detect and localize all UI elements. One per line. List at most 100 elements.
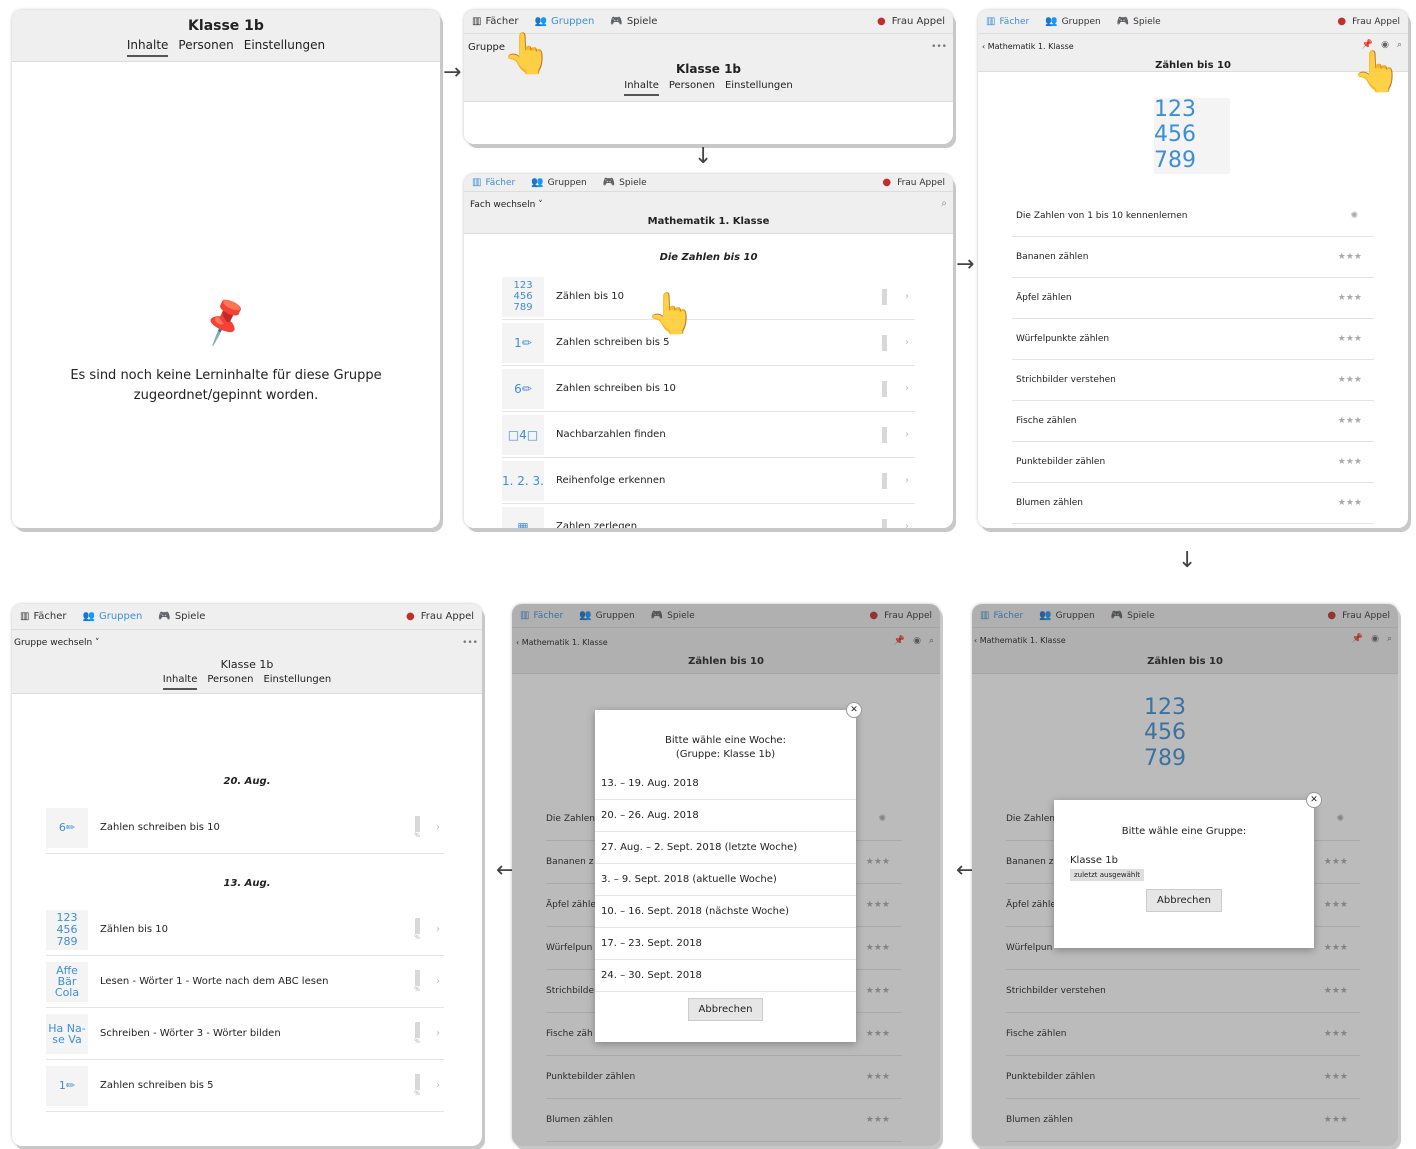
pinned-lesson-row[interactable]: 6✏ Zahlen schreiben bis 10% › bbox=[46, 802, 444, 854]
gruppe-wechseln-button[interactable]: Gruppe wechseln ˅ bbox=[14, 638, 100, 648]
user-menu[interactable]: ● Frau Appel bbox=[877, 16, 945, 27]
exercise-row[interactable]: Punktebilder zählen ★★★ bbox=[1012, 442, 1374, 483]
progress-bar bbox=[414, 1074, 420, 1090]
back-link[interactable]: ‹ Mathematik 1. Klasse bbox=[982, 42, 1074, 51]
subject-title: Mathematik 1. Klasse bbox=[647, 216, 770, 227]
digits-icon: 123456789 bbox=[1154, 97, 1196, 173]
tab-einstellungen[interactable]: Einstellungen bbox=[244, 38, 325, 57]
week-option[interactable]: 20. – 26. Aug. 2018 bbox=[595, 800, 856, 832]
nav-faecher[interactable]: ▥ Fächer bbox=[472, 16, 519, 27]
nav-faecher[interactable]: ▥ Fächer bbox=[20, 611, 67, 622]
chevron-right-icon: › bbox=[905, 429, 909, 440]
week-option[interactable]: 13. – 19. Aug. 2018 bbox=[595, 768, 856, 800]
tab-personen[interactable]: Personen bbox=[669, 80, 715, 96]
pinned-lesson-row[interactable]: 1 2 3 4 5 6 7 8 9 Zählen bis 10% › bbox=[46, 904, 444, 956]
nav-spiele[interactable]: 🎮 Spiele bbox=[158, 611, 205, 622]
progress-bar bbox=[414, 970, 420, 986]
user-menu[interactable]: ● Frau Appel bbox=[882, 177, 945, 188]
nav-spiele[interactable]: 🎮 Spiele bbox=[610, 16, 657, 27]
section-title: Die Zahlen bis 10 bbox=[659, 252, 758, 263]
lesson-thumbnail-icon: 1✏ bbox=[502, 322, 544, 363]
chevron-right-icon: › bbox=[436, 1028, 440, 1039]
chevron-right-icon: › bbox=[436, 822, 440, 833]
pointer-hand-icon: 👆 bbox=[1352, 49, 1402, 95]
progress-bar bbox=[882, 518, 887, 528]
tab-inhalte[interactable]: Inhalte bbox=[126, 38, 169, 57]
gamepad-icon: 🎮 bbox=[602, 176, 616, 188]
nav-gruppen[interactable]: 👥 Gruppen bbox=[531, 177, 587, 188]
nav-faecher[interactable]: ▥ Fächer bbox=[472, 176, 515, 188]
group-title: Klasse 1b bbox=[188, 18, 264, 34]
lesson-thumbnail-icon: 6✏ bbox=[46, 807, 88, 848]
exercise-row[interactable]: Blumen zählen ★★★ bbox=[1012, 483, 1374, 524]
lesson-row[interactable]: 1 2 3 4 5 6 7 8 9 Zählen bis 10 › bbox=[502, 274, 915, 320]
books-icon: ▥ bbox=[472, 15, 482, 27]
fach-wechseln-button[interactable]: Fach wechseln ˅ bbox=[470, 200, 543, 210]
books-icon: ▥ bbox=[20, 610, 30, 622]
pin-icon: 📌 bbox=[196, 294, 253, 349]
lesson-label: Zahlen schreiben bis 5 bbox=[556, 337, 670, 348]
more-icon[interactable]: ••• bbox=[931, 42, 947, 52]
books-icon: ▥ bbox=[986, 15, 996, 27]
exercise-row[interactable]: Die Zahlen von 1 bis 10 kennenlernen ✺ bbox=[1012, 196, 1374, 237]
gruppe-wechseln-button[interactable]: Gruppe bbox=[468, 42, 505, 53]
topic-title: Zählen bis 10 bbox=[1155, 60, 1231, 71]
group-header: Klasse 1b Inhalte Personen Einstellungen bbox=[12, 10, 440, 62]
pinned-lesson-row[interactable]: Ha Na-se Va Schreiben - Wörter 3 - Wörter… bbox=[46, 1008, 444, 1060]
lesson-row[interactable]: 6✏ Zahlen schreiben bis 10 › bbox=[502, 366, 915, 412]
lesson-row[interactable]: 1. 2. 3. Reihenfolge erkennen › bbox=[502, 458, 915, 504]
group-option[interactable]: Klasse 1b zuletzt ausgewählt bbox=[1070, 855, 1314, 881]
nav-gruppen[interactable]: 👥 Gruppen bbox=[535, 16, 595, 27]
chevron-right-icon: › bbox=[905, 291, 909, 302]
progress-bar bbox=[882, 380, 887, 397]
user-menu[interactable]: ● Frau Appel bbox=[1337, 16, 1400, 27]
lesson-label: Schreiben - Wörter 3 - Wörter bilden bbox=[100, 1028, 281, 1039]
tab-inhalte[interactable]: Inhalte bbox=[624, 80, 659, 96]
lesson-thumbnail-icon: 1. 2. 3. bbox=[502, 460, 544, 501]
pinned-lesson-row[interactable]: 1✏ Zahlen schreiben bis 5% › bbox=[46, 1060, 444, 1112]
pointer-hand-icon: 👆 bbox=[502, 31, 552, 77]
books-icon: ▥ bbox=[472, 176, 482, 188]
exercise-row[interactable]: Würfelpunkte zählen ★★★ bbox=[1012, 319, 1374, 360]
exercise-row[interactable]: Strichbilder verstehen ★★★ bbox=[1012, 360, 1374, 401]
chevron-right-icon: › bbox=[905, 521, 909, 528]
lesson-row[interactable]: 1✏ Zahlen schreiben bis 5 › bbox=[502, 320, 915, 366]
exercise-row[interactable]: Bananen zählen ★★★ bbox=[1012, 237, 1374, 278]
cancel-button[interactable]: Abbrechen bbox=[687, 998, 764, 1021]
nav-gruppen[interactable]: 👥 Gruppen bbox=[1045, 16, 1101, 27]
difficulty-stars: ★★★ bbox=[1337, 252, 1362, 262]
week-option[interactable]: 3. – 9. Sept. 2018 (aktuelle Woche) bbox=[595, 864, 856, 896]
close-icon[interactable]: ✕ bbox=[1306, 792, 1322, 808]
nav-spiele[interactable]: 🎮 Spiele bbox=[1117, 16, 1161, 27]
progress-bar bbox=[882, 288, 887, 305]
tab-einstellungen[interactable]: Einstellungen bbox=[263, 674, 331, 690]
tab-einstellungen[interactable]: Einstellungen bbox=[725, 80, 793, 96]
exercise-label: Punktebilder zählen bbox=[1016, 457, 1106, 467]
lesson-row[interactable]: ▦ Zahlen zerlegen › bbox=[502, 504, 915, 528]
nav-faecher[interactable]: ▥ Fächer bbox=[986, 15, 1029, 27]
week-option[interactable]: 27. Aug. – 2. Sept. 2018 (letzte Woche) bbox=[595, 832, 856, 864]
user-avatar-icon: ● bbox=[406, 610, 415, 622]
tab-personen[interactable]: Personen bbox=[178, 38, 233, 57]
tab-personen[interactable]: Personen bbox=[207, 674, 253, 690]
lesson-row[interactable]: □4□ Nachbarzahlen finden › bbox=[502, 412, 915, 458]
week-option[interactable]: 17. – 23. Sept. 2018 bbox=[595, 928, 856, 960]
digits-icon: 123456789 bbox=[56, 910, 78, 948]
exercise-row[interactable]: Äpfel zählen ★★★ bbox=[1012, 278, 1374, 319]
week-option[interactable]: 10. – 16. Sept. 2018 (nächste Woche) bbox=[595, 896, 856, 928]
exercise-label: Blumen zählen bbox=[1016, 498, 1083, 508]
tab-inhalte[interactable]: Inhalte bbox=[162, 674, 198, 690]
progress-bar bbox=[414, 816, 420, 832]
more-icon[interactable]: ••• bbox=[462, 638, 478, 648]
progress-indicator: % bbox=[414, 816, 420, 839]
close-icon[interactable]: ✕ bbox=[846, 702, 862, 718]
pinned-lesson-row[interactable]: Affe Bär Cola Lesen - Wörter 1 - Worte na… bbox=[46, 956, 444, 1008]
week-option[interactable]: 24. – 30. Sept. 2018 bbox=[595, 960, 856, 992]
nav-spiele[interactable]: 🎮 Spiele bbox=[602, 176, 647, 188]
nav-gruppen[interactable]: 👥 Gruppen bbox=[83, 611, 143, 622]
user-menu[interactable]: ● Frau Appel bbox=[406, 611, 474, 622]
cancel-button[interactable]: Abbrechen bbox=[1146, 889, 1222, 912]
lesson-thumbnail-icon: ▦ bbox=[502, 506, 544, 528]
exercise-row[interactable]: Fische zählen ★★★ bbox=[1012, 401, 1374, 442]
search-icon[interactable]: ⌕ bbox=[941, 198, 947, 209]
